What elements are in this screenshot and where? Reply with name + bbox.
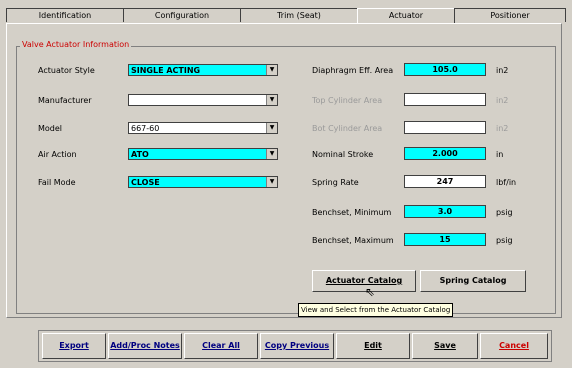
tab-positioner[interactable]: Positioner <box>454 8 566 22</box>
unit-top-cylinder-area: in2 <box>496 96 509 105</box>
chevron-down-icon[interactable]: ▼ <box>266 149 277 159</box>
air-action-value: ATO <box>131 150 149 159</box>
label-top-cylinder-area: Top Cylinder Area <box>312 96 383 105</box>
chevron-down-icon[interactable]: ▼ <box>266 177 277 187</box>
actuator-style-select[interactable]: SINGLE ACTING ▼ <box>128 64 278 76</box>
unit-diaphragm-area: in2 <box>496 66 509 75</box>
label-benchset-max: Benchset, Maximum <box>312 236 394 245</box>
tab-strip: Identification Configuration Trim (Seat)… <box>6 8 566 24</box>
mouse-cursor-icon: ⇖ <box>365 285 376 299</box>
diaphragm-area-input[interactable]: 105.0 <box>404 63 486 76</box>
copy-previous-button[interactable]: Copy Previous <box>260 333 334 359</box>
fail-mode-value: CLOSE <box>131 178 160 187</box>
tab-identification[interactable]: Identification <box>6 8 124 22</box>
benchset-min-input[interactable]: 3.0 <box>404 205 486 218</box>
chevron-down-icon[interactable]: ▼ <box>266 95 277 105</box>
air-action-select[interactable]: ATO ▼ <box>128 148 278 160</box>
label-diaphragm-area: Diaphragm Eff. Area <box>312 66 394 75</box>
tooltip: View and Select from the Actuator Catalo… <box>298 303 454 317</box>
label-actuator-style: Actuator Style <box>38 66 95 75</box>
unit-bot-cylinder-area: in2 <box>496 124 509 133</box>
label-air-action: Air Action <box>38 150 77 159</box>
tab-configuration[interactable]: Configuration <box>123 8 241 22</box>
fail-mode-select[interactable]: CLOSE ▼ <box>128 176 278 188</box>
label-fail-mode: Fail Mode <box>38 178 76 187</box>
label-benchset-min: Benchset, Minimum <box>312 208 392 217</box>
edit-button[interactable]: Edit <box>336 333 410 359</box>
clear-all-button[interactable]: Clear All <box>184 333 258 359</box>
chevron-down-icon[interactable]: ▼ <box>266 65 277 75</box>
unit-benchset-min: psig <box>496 208 513 217</box>
spring-rate-input[interactable]: 247 <box>404 175 486 188</box>
unit-spring-rate: lbf/in <box>496 178 517 187</box>
actuator-catalog-button[interactable]: Actuator Catalog <box>312 270 416 292</box>
tab-trim[interactable]: Trim (Seat) <box>240 8 358 22</box>
chevron-down-icon[interactable]: ▼ <box>266 123 277 133</box>
manufacturer-select[interactable]: ▼ <box>128 94 278 106</box>
label-bot-cylinder-area: Bot Cylinder Area <box>312 124 383 133</box>
label-spring-rate: Spring Rate <box>312 178 359 187</box>
add-notes-button[interactable]: Add/Proc Notes <box>108 333 182 359</box>
group-title: Valve Actuator Information <box>20 40 132 49</box>
label-model: Model <box>38 124 63 133</box>
nominal-stroke-input[interactable]: 2.000 <box>404 147 486 160</box>
label-manufacturer: Manufacturer <box>38 96 92 105</box>
cancel-button[interactable]: Cancel <box>480 333 548 359</box>
export-button[interactable]: Export <box>42 333 106 359</box>
unit-nominal-stroke: in <box>496 150 504 159</box>
label-nominal-stroke: Nominal Stroke <box>312 150 374 159</box>
bot-cylinder-area-input[interactable] <box>404 121 486 134</box>
unit-benchset-max: psig <box>496 236 513 245</box>
model-value: 667-60 <box>131 124 160 133</box>
actuator-style-value: SINGLE ACTING <box>131 66 201 75</box>
top-cylinder-area-input[interactable] <box>404 93 486 106</box>
benchset-max-input[interactable]: 15 <box>404 233 486 246</box>
model-select[interactable]: 667-60 ▼ <box>128 122 278 134</box>
tab-actuator[interactable]: Actuator <box>357 8 455 24</box>
save-button[interactable]: Save <box>412 333 478 359</box>
spring-catalog-button[interactable]: Spring Catalog <box>420 270 526 292</box>
